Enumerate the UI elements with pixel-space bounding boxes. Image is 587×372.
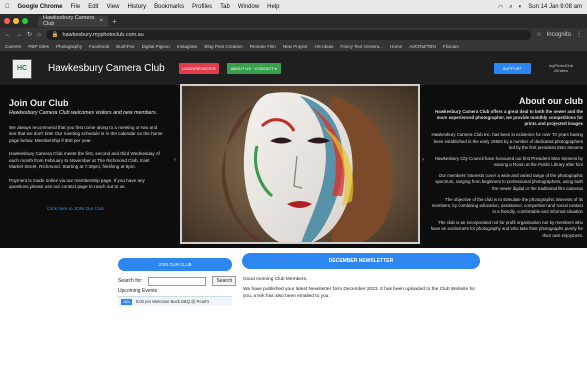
- tab-close-icon[interactable]: ×: [100, 18, 103, 24]
- menu-file[interactable]: File: [71, 4, 81, 10]
- upcoming-events-heading: Upcoming Events: [118, 288, 158, 294]
- event-date-badge: JAN: [121, 298, 132, 305]
- newsletter-greeting: Good morning Club Members,: [243, 277, 308, 282]
- tab-title: Hawkesbury Camera Club: [43, 15, 95, 27]
- menu-edit[interactable]: Edit: [88, 4, 98, 10]
- app-name[interactable]: Google Chrome: [18, 4, 63, 10]
- support-button[interactable]: SUPPORT: [493, 63, 531, 74]
- join-paragraph: Hawkesbury Camera Club meets the first, …: [9, 151, 160, 170]
- site-header: HC Hawkesbury Camera Club LOGIN/REGISTER…: [0, 52, 587, 85]
- profile-label[interactable]: Incognito: [547, 32, 571, 38]
- bookmark-item[interactable]: Careers: [5, 44, 21, 49]
- about-paragraph: Our members' interests cover a wide and …: [435, 173, 583, 191]
- bookmark-item[interactable]: BushFire: [116, 44, 134, 49]
- mac-menubar:  Google Chrome File Edit View History B…: [0, 0, 587, 14]
- join-paragraph: Payment is made online via our membershi…: [9, 177, 145, 189]
- join-paragraph: We always recommend that you first come …: [9, 125, 163, 143]
- about-lede: Hawkesbury Camera Club offers a great de…: [435, 109, 583, 127]
- hero-section: Join Our Club Hawkesbury Camera Club wel…: [0, 84, 587, 248]
- forward-icon[interactable]: →: [16, 32, 22, 38]
- url-field[interactable]: 🔒 hawkesbury.myphotoclub.com.au: [45, 29, 532, 40]
- menu-help[interactable]: Help: [267, 4, 279, 10]
- painted-face-image: [182, 86, 418, 242]
- join-heading: Join Our Club: [9, 98, 69, 108]
- bookmark-item[interactable]: Home: [390, 44, 402, 49]
- bookmark-item[interactable]: Remote Film: [250, 44, 276, 49]
- bookmark-item[interactable]: Photography: [56, 44, 82, 49]
- club-logo[interactable]: HC: [12, 58, 32, 79]
- about-paragraph: The objective of the club is to stimulat…: [431, 196, 583, 215]
- search-widget: Search for: Search: [118, 276, 237, 286]
- bookmark-item[interactable]: Fancy Text Genera...: [340, 44, 383, 49]
- bookmark-item[interactable]: HS Ideas: [315, 44, 334, 49]
- bookmark-item[interactable]: Facebook: [89, 44, 109, 49]
- browser-tab[interactable]: Hawkesbury Camera Club ×: [38, 15, 108, 27]
- prev-slide-icon[interactable]: ‹: [174, 157, 176, 163]
- join-lede: Hawkesbury Camera Club welcomes visitors…: [9, 110, 158, 116]
- close-window-icon[interactable]: [4, 18, 10, 24]
- control-center-icon[interactable]: ◐: [519, 4, 523, 10]
- more-icon[interactable]: ⋮: [576, 31, 582, 38]
- address-bar-row: ← → ↻ ⌂ 🔒 hawkesbury.myphotoclub.com.au …: [0, 28, 587, 41]
- apple-icon[interactable]: : [5, 4, 10, 10]
- about-column: About our club Hawkesbury Camera Club of…: [430, 96, 587, 244]
- home-icon[interactable]: ⌂: [37, 32, 41, 38]
- menu-profiles[interactable]: Profiles: [192, 4, 212, 10]
- bookmark-item[interactable]: Digital Pigeon: [142, 44, 170, 49]
- star-icon[interactable]: ☆: [536, 31, 541, 38]
- url-text: hawkesbury.myphotoclub.com.au: [62, 31, 144, 38]
- join-link[interactable]: Click here to JOIN Our Club: [47, 206, 104, 211]
- tab-bar: Hawkesbury Camera Club × +: [0, 14, 587, 28]
- join-our-club-button[interactable]: JOIN OUR CLUB: [118, 258, 232, 271]
- bookmark-item[interactable]: PBP Sites: [28, 44, 49, 49]
- bookmark-item[interactable]: Blog Post Creation: [204, 44, 242, 49]
- menu-bookmarks[interactable]: Bookmarks: [154, 4, 184, 10]
- search-input[interactable]: [148, 276, 207, 286]
- maximize-window-icon[interactable]: [22, 18, 28, 24]
- newsletter-text: Good morning Club Members, We have publi…: [243, 277, 483, 304]
- newsletter-body: We have published your latest Newsletter…: [243, 287, 476, 299]
- search-button[interactable]: Search: [212, 276, 237, 286]
- myphotoclub-logo[interactable]: myPhotoClub All sites: [547, 58, 575, 80]
- wifi-icon[interactable]: ◠: [498, 4, 503, 11]
- new-tab-icon[interactable]: +: [112, 17, 117, 26]
- bookmark-item[interactable]: New Project: [283, 44, 308, 49]
- login-register-button[interactable]: LOGIN/REGISTER: [178, 63, 219, 74]
- site-title[interactable]: Hawkesbury Camera Club: [48, 63, 165, 74]
- myphotoclub-logo-line2: All sites: [554, 67, 568, 73]
- clock[interactable]: Sun 14 Jan 9:08 am: [528, 4, 582, 10]
- next-slide-icon[interactable]: ›: [422, 157, 424, 163]
- menu-window[interactable]: Window: [238, 4, 259, 10]
- menu-view[interactable]: View: [107, 4, 120, 10]
- back-icon[interactable]: ←: [5, 32, 11, 38]
- about-paragraph: Hawkesbury City Council have honoured ou…: [434, 155, 583, 168]
- event-text: 6:00 pm Welcome Back BBQ @ Pearl's: [135, 299, 210, 304]
- about-contact-button[interactable]: ABOUT US · CONTACT ▾: [226, 63, 281, 74]
- bookmark-item[interactable]: Fliocam: [443, 44, 459, 49]
- join-column: Join Our Club Hawkesbury Camera Club wel…: [0, 85, 172, 248]
- status-area: ◠ ⌕ ◐ Sun 14 Jan 9:08 am: [498, 4, 582, 11]
- bookmark-item[interactable]: Instagram: [177, 44, 197, 49]
- bookmark-item[interactable]: AI/CRM/TBN: [409, 44, 436, 49]
- minimize-window-icon[interactable]: [13, 18, 19, 24]
- search-label: Search for:: [118, 278, 143, 284]
- bookmarks-bar: Careers PBP Sites Photography Facebook B…: [0, 41, 587, 52]
- newsletter-button[interactable]: DECEMBER NEWSLETTER: [242, 253, 480, 269]
- about-paragraph: The club is an incorporated not for prof…: [430, 220, 583, 238]
- menu-tab[interactable]: Tab: [220, 4, 230, 10]
- window-controls: [4, 18, 28, 24]
- reload-icon[interactable]: ↻: [27, 31, 32, 38]
- featured-photo[interactable]: [180, 84, 420, 244]
- lock-icon: 🔒: [51, 31, 59, 38]
- about-heading: About our club: [519, 96, 583, 106]
- about-paragraph: Hawkesbury Camera Club Inc. has been in …: [431, 132, 583, 150]
- menu-history[interactable]: History: [127, 4, 146, 10]
- search-icon[interactable]: ⌕: [509, 4, 512, 11]
- lower-section: JOIN OUR CLUB Search for: Search Upcomin…: [0, 248, 587, 332]
- event-item[interactable]: JAN 6:00 pm Welcome Back BBQ @ Pearl's: [118, 296, 232, 306]
